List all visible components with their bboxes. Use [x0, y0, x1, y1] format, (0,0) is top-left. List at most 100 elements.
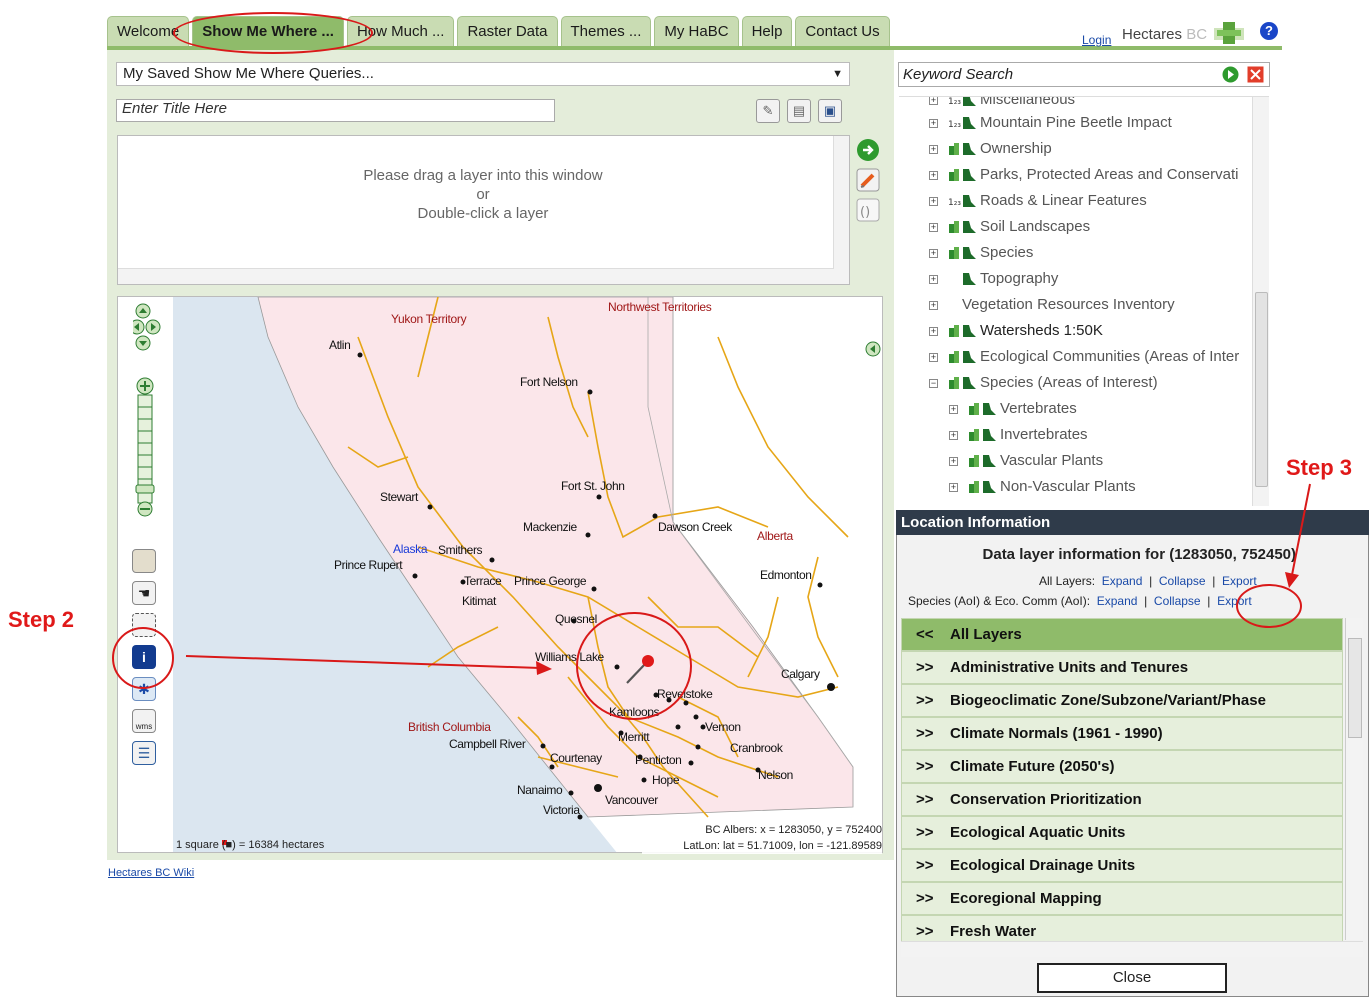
layer-item[interactable]: + Vascular Plants: [949, 448, 1103, 474]
all-layers-label: All Layers:: [1039, 574, 1096, 588]
expand-node-icon[interactable]: +: [929, 300, 938, 310]
login-link[interactable]: Login: [1082, 33, 1111, 47]
category-toggle[interactable]: >>: [916, 817, 950, 848]
separator: |: [1212, 574, 1216, 588]
layer-icon: [969, 429, 996, 442]
category-toggle[interactable]: <<: [916, 619, 950, 650]
help-icon[interactable]: ?: [1260, 22, 1278, 40]
parentheses-icon[interactable]: (): [856, 198, 880, 222]
layer-item[interactable]: + Watersheds 1:50K: [929, 318, 1103, 344]
category-scrollbar[interactable]: [1345, 618, 1363, 940]
category-toggle[interactable]: >>: [916, 751, 950, 782]
category-toggle[interactable]: >>: [916, 685, 950, 716]
category-toggle[interactable]: >>: [916, 883, 950, 914]
export-all-link[interactable]: Export: [1222, 574, 1257, 588]
close-button[interactable]: Close: [1037, 963, 1227, 993]
query-title-input[interactable]: Enter Title Here: [116, 99, 555, 122]
edit-icon[interactable]: ✎: [756, 99, 780, 123]
tab-help[interactable]: Help: [741, 16, 793, 46]
map-view[interactable]: ☚ i ✱ wms ☰ Atlin Fort Nelson Stewart Fo…: [117, 296, 883, 853]
layer-drop-zone[interactable]: Please drag a layer into this window or …: [117, 135, 850, 285]
layer-item[interactable]: + Parks, Protected Areas and Conservati: [929, 162, 1238, 188]
layer-tree-scrollbar[interactable]: [1252, 97, 1269, 506]
separator: |: [1207, 594, 1211, 608]
category-row[interactable]: >> Ecoregional Mapping: [901, 882, 1343, 915]
tab-contact-us[interactable]: Contact Us: [795, 16, 890, 46]
arrow-step2: [185, 655, 552, 675]
drop-zone-hscrollbar[interactable]: [118, 268, 834, 284]
expand-node-icon[interactable]: +: [929, 170, 938, 180]
drop-zone-scrollbar[interactable]: [833, 136, 849, 284]
expand-node-icon[interactable]: +: [929, 144, 938, 154]
save-icon[interactable]: ▣: [818, 99, 842, 123]
category-row[interactable]: >> Biogeoclimatic Zone/Subzone/Variant/Ph…: [901, 684, 1343, 717]
go-search-icon[interactable]: [1222, 66, 1239, 83]
category-row[interactable]: >> Fresh Water: [901, 915, 1343, 944]
expand-node-icon[interactable]: +: [949, 482, 958, 492]
layer-item[interactable]: + Vertebrates: [949, 396, 1077, 422]
category-toggle[interactable]: >>: [916, 718, 950, 749]
numeric-layer-icon: 1₂₃: [948, 195, 976, 208]
eraser-icon[interactable]: [856, 168, 880, 192]
expand-all-link[interactable]: Expand: [1102, 574, 1143, 588]
layer-item[interactable]: − Species (Areas of Interest): [929, 370, 1158, 396]
category-toggle[interactable]: >>: [916, 784, 950, 815]
layer-item[interactable]: +1₂₃ Mountain Pine Beetle Impact: [929, 110, 1172, 136]
layer-item[interactable]: + Invertebrates: [949, 422, 1088, 448]
species-links: Species (AoI) & Eco. Comm (AoI): Expand …: [908, 594, 1252, 608]
tab-my-habc[interactable]: My HaBC: [654, 16, 739, 46]
drop-instructions: Please drag a layer into this window or …: [118, 166, 848, 223]
species-label: Species (AoI) & Eco. Comm (AoI):: [908, 594, 1091, 608]
wiki-link[interactable]: Hectares BC Wiki: [108, 867, 194, 879]
expand-node-icon[interactable]: +: [929, 274, 938, 284]
saved-queries-select[interactable]: My Saved Show Me Where Queries... ▼: [116, 62, 850, 86]
latlon-coords: LatLon: lat = 51.71009, lon = -121.89589: [683, 840, 882, 852]
category-hscrollbar[interactable]: [901, 941, 1363, 957]
category-row[interactable]: >> Ecological Aquatic Units: [901, 816, 1343, 849]
expand-node-icon[interactable]: +: [929, 326, 938, 336]
category-row[interactable]: >> Administrative Units and Tenures: [901, 651, 1343, 684]
expand-node-icon[interactable]: +: [929, 118, 938, 128]
run-query-icon[interactable]: [856, 138, 880, 162]
layer-item[interactable]: + Vegetation Resources Inventory: [929, 292, 1175, 318]
expand-node-icon[interactable]: +: [929, 248, 938, 258]
layer-item[interactable]: + Soil Landscapes: [929, 214, 1090, 240]
layer-icon: [949, 221, 976, 234]
step-3-label: Step 3: [1286, 455, 1353, 480]
layer-item[interactable]: + Non-Vascular Plants: [949, 474, 1136, 500]
layer-item[interactable]: + Ownership: [929, 136, 1052, 162]
clear-search-icon[interactable]: [1247, 66, 1264, 83]
category-row[interactable]: >> Ecological Drainage Units: [901, 849, 1343, 882]
category-label: Administrative Units and Tenures: [950, 659, 1189, 676]
category-label: All Layers: [950, 626, 1022, 643]
layer-icon: [949, 169, 976, 182]
expand-node-icon[interactable]: +: [929, 222, 938, 232]
category-toggle[interactable]: >>: [916, 850, 950, 881]
expand-species-link[interactable]: Expand: [1097, 594, 1138, 608]
tab-raster-data[interactable]: Raster Data: [457, 16, 558, 46]
scroll-thumb[interactable]: [1348, 638, 1362, 738]
layer-item[interactable]: + Ecological Communities (Areas of Inter: [929, 344, 1239, 370]
category-label: Ecological Drainage Units: [950, 857, 1136, 874]
collapse-node-icon[interactable]: −: [929, 378, 938, 388]
category-toggle[interactable]: >>: [916, 916, 950, 944]
category-row[interactable]: >> Climate Normals (1961 - 1990): [901, 717, 1343, 750]
expand-node-icon[interactable]: +: [949, 430, 958, 440]
layer-item[interactable]: + Species: [929, 240, 1033, 266]
expand-node-icon[interactable]: +: [949, 456, 958, 466]
keyword-search-input[interactable]: Keyword Search: [898, 62, 1270, 87]
category-toggle[interactable]: >>: [916, 652, 950, 683]
category-row[interactable]: >> Conservation Prioritization: [901, 783, 1343, 816]
scroll-thumb[interactable]: [1255, 292, 1268, 487]
expand-node-icon[interactable]: +: [929, 196, 938, 206]
layer-item[interactable]: +1₂₃ Roads & Linear Features: [929, 188, 1147, 214]
collapse-all-link[interactable]: Collapse: [1159, 574, 1206, 588]
tab-themes[interactable]: Themes ...: [560, 16, 652, 46]
category-row[interactable]: >> Climate Future (2050's): [901, 750, 1343, 783]
expand-node-icon[interactable]: +: [949, 404, 958, 414]
layer-item[interactable]: + Topography: [929, 266, 1058, 292]
document-icon[interactable]: ▤: [787, 99, 811, 123]
expand-node-icon[interactable]: +: [929, 97, 938, 105]
collapse-species-link[interactable]: Collapse: [1154, 594, 1201, 608]
expand-node-icon[interactable]: +: [929, 352, 938, 362]
